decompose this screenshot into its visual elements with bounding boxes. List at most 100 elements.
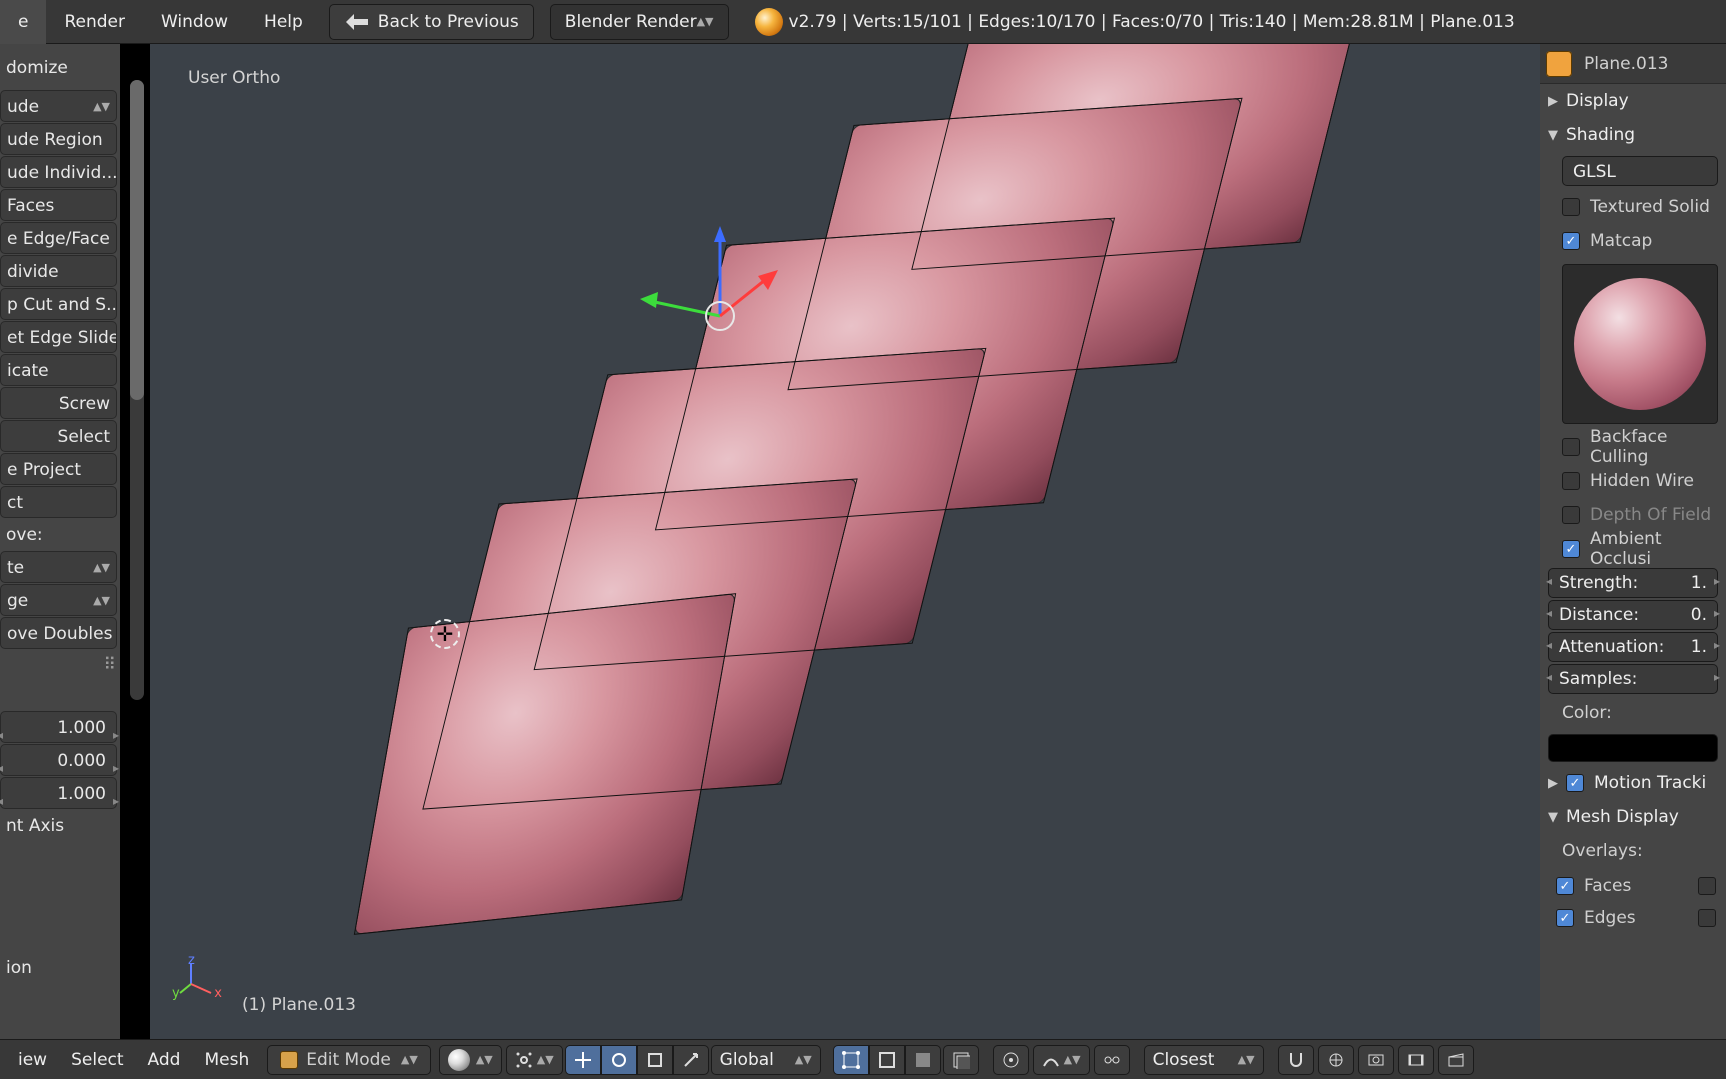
magnet-icon [1287,1051,1305,1069]
tool-merge[interactable]: ge▲▼ [0,584,117,616]
display-section-header[interactable]: ▶ Display [1540,84,1726,118]
checkbox-unchecked-icon [1562,438,1580,456]
matcap-checkbox[interactable]: ✓ Matcap [1540,224,1726,258]
ao-strength-field[interactable]: ◂Strength:1.▸ [1548,568,1718,598]
dof-checkbox[interactable]: Depth Of Field [1540,498,1726,532]
mesh-illustration [270,44,1470,1039]
select-mode-edge[interactable] [869,1045,905,1075]
op-value-2[interactable]: ◂1.000▸ [0,777,117,809]
back-to-previous-button[interactable]: Back to Previous [329,4,534,40]
chevron-updown-icon: ▲▼ [1238,1045,1255,1075]
back-arrow-icon [344,13,370,31]
limit-to-visible[interactable] [943,1045,979,1075]
chevron-right-icon: ▶ [1548,94,1558,109]
checkbox-unchecked-icon [1698,909,1716,927]
manipulator-scale[interactable] [637,1045,673,1075]
overlay-sharp-checkbox[interactable]: Sh [1690,870,1726,902]
panel-gripper-icon[interactable]: ⠿ [0,655,118,669]
tool-screw[interactable]: Screw [0,387,117,419]
backface-culling-checkbox[interactable]: Backface Culling [1540,430,1726,464]
scrollbar-thumb[interactable] [130,80,144,400]
textured-solid-checkbox[interactable]: Textured Solid [1540,190,1726,224]
ao-color-swatch[interactable] [1548,734,1718,762]
render-opengl-still[interactable] [1358,1045,1394,1075]
manipulator-normal[interactable] [673,1045,709,1075]
tool-extrude[interactable]: ude▲▼ [0,90,117,122]
falloff-icon [1042,1051,1060,1069]
op-value-1[interactable]: ◂0.000▸ [0,744,117,776]
snap-toggle[interactable] [1278,1045,1314,1075]
select-mode-face[interactable] [905,1045,941,1075]
mesh-display-header[interactable]: ▼ Mesh Display [1540,800,1726,834]
manipulator-rotate[interactable] [601,1045,637,1075]
object-name: Plane.013 [1584,54,1668,74]
hidden-wire-checkbox[interactable]: Hidden Wire [1540,464,1726,498]
menu-window[interactable]: Window [143,0,246,44]
menu-view[interactable]: iew [6,1050,59,1070]
checkbox-unchecked-icon [1562,472,1580,490]
menu-add[interactable]: Add [136,1050,193,1070]
ao-attenuation-field[interactable]: ◂Attenuation:1.▸ [1548,632,1718,662]
rotate-icon [610,1051,628,1069]
viewport-shading-dropdown[interactable]: ▲▼ [439,1045,502,1075]
chevron-updown-icon: ▲▼ [1064,1045,1081,1075]
ao-samples-field[interactable]: ◂Samples:▸ [1548,664,1718,694]
mesh-object-icon [1546,51,1572,77]
remove-label: ove: [0,519,120,551]
ao-checkbox[interactable]: ✓ Ambient Occlusi [1540,532,1726,566]
3d-viewport[interactable]: User Ortho ✛ [150,44,1540,1039]
tool-delete[interactable]: te▲▼ [0,551,117,583]
connected-icon [1103,1051,1121,1069]
properties-panel: Plane.013 ▶ Display ▼ Shading GLSL Textu… [1540,44,1726,1039]
tool-shelf: domize ude▲▼ ude Region ude Individ... F… [0,44,120,1039]
last-operator-label: ion [0,952,120,984]
tool-duplicate[interactable]: icate [0,354,117,386]
snap-target-dropdown[interactable]: Closest ▲▼ [1144,1045,1264,1075]
ao-distance-field[interactable]: ◂Distance:0.▸ [1548,600,1718,630]
menu-file[interactable]: e [0,0,46,44]
prop-falloff[interactable]: ▲▼ [1033,1045,1090,1075]
tool-loop-cut-slide[interactable]: p Cut and S... [0,288,117,320]
checkbox-checked-icon: ✓ [1566,774,1584,792]
render-engine-dropdown[interactable]: Blender Render ▲▼ [550,4,729,40]
op-value-0[interactable]: ◂1.000▸ [0,711,117,743]
tool-shelf-scrollbar[interactable] [130,80,144,700]
tool-subdivide[interactable]: divide [0,255,117,287]
manipulator-translate[interactable] [565,1045,601,1075]
render-opengl-anim[interactable] [1398,1045,1434,1075]
orientation-dropdown[interactable]: Global ▲▼ [711,1045,821,1075]
tool-knife-project[interactable]: e Project [0,453,117,485]
tool-remove-doubles[interactable]: ove Doubles [0,617,117,649]
item-header: Plane.013 [1540,44,1726,84]
tool-header: domize [0,52,120,84]
translate-icon [574,1051,592,1069]
shading-section-header[interactable]: ▼ Shading [1540,118,1726,152]
menu-help[interactable]: Help [246,0,321,44]
tool-inset-faces[interactable]: Faces [0,189,117,221]
edge-select-icon [878,1051,896,1069]
overlay-bevel-checkbox[interactable]: Be [1690,902,1726,934]
matcap-preview[interactable] [1562,264,1718,424]
mode-dropdown[interactable]: Edit Mode ▲▼ [267,1045,431,1075]
motion-tracking-header[interactable]: ▶ ✓ Motion Tracki [1540,766,1726,800]
menu-render[interactable]: Render [46,0,143,44]
viewport-projection-label: User Ortho [188,68,280,88]
tool-bisect[interactable]: ct [0,486,117,518]
tool-make-edge-face[interactable]: e Edge/Face [0,222,117,254]
shading-mode-dropdown[interactable]: GLSL [1562,156,1718,186]
snap-element[interactable] [1318,1045,1354,1075]
tool-extrude-region[interactable]: ude Region [0,123,117,155]
prop-connected[interactable] [1094,1045,1130,1075]
prop-edit-toggle[interactable] [993,1045,1029,1075]
menu-select[interactable]: Select [59,1050,135,1070]
select-mode-vertex[interactable] [833,1045,869,1075]
tool-select[interactable]: Select [0,420,117,452]
render-clapper[interactable] [1438,1045,1474,1075]
checkbox-checked-icon: ✓ [1562,540,1580,558]
menu-mesh[interactable]: Mesh [192,1050,261,1070]
tool-offset-edge-slide[interactable]: et Edge Slide [0,321,117,353]
render-image-icon [1367,1051,1385,1069]
tool-extrude-individual[interactable]: ude Individ... [0,156,117,188]
chevron-updown-icon: ▲▼ [401,1053,418,1066]
pivot-dropdown[interactable]: ▲▼ [506,1045,563,1075]
